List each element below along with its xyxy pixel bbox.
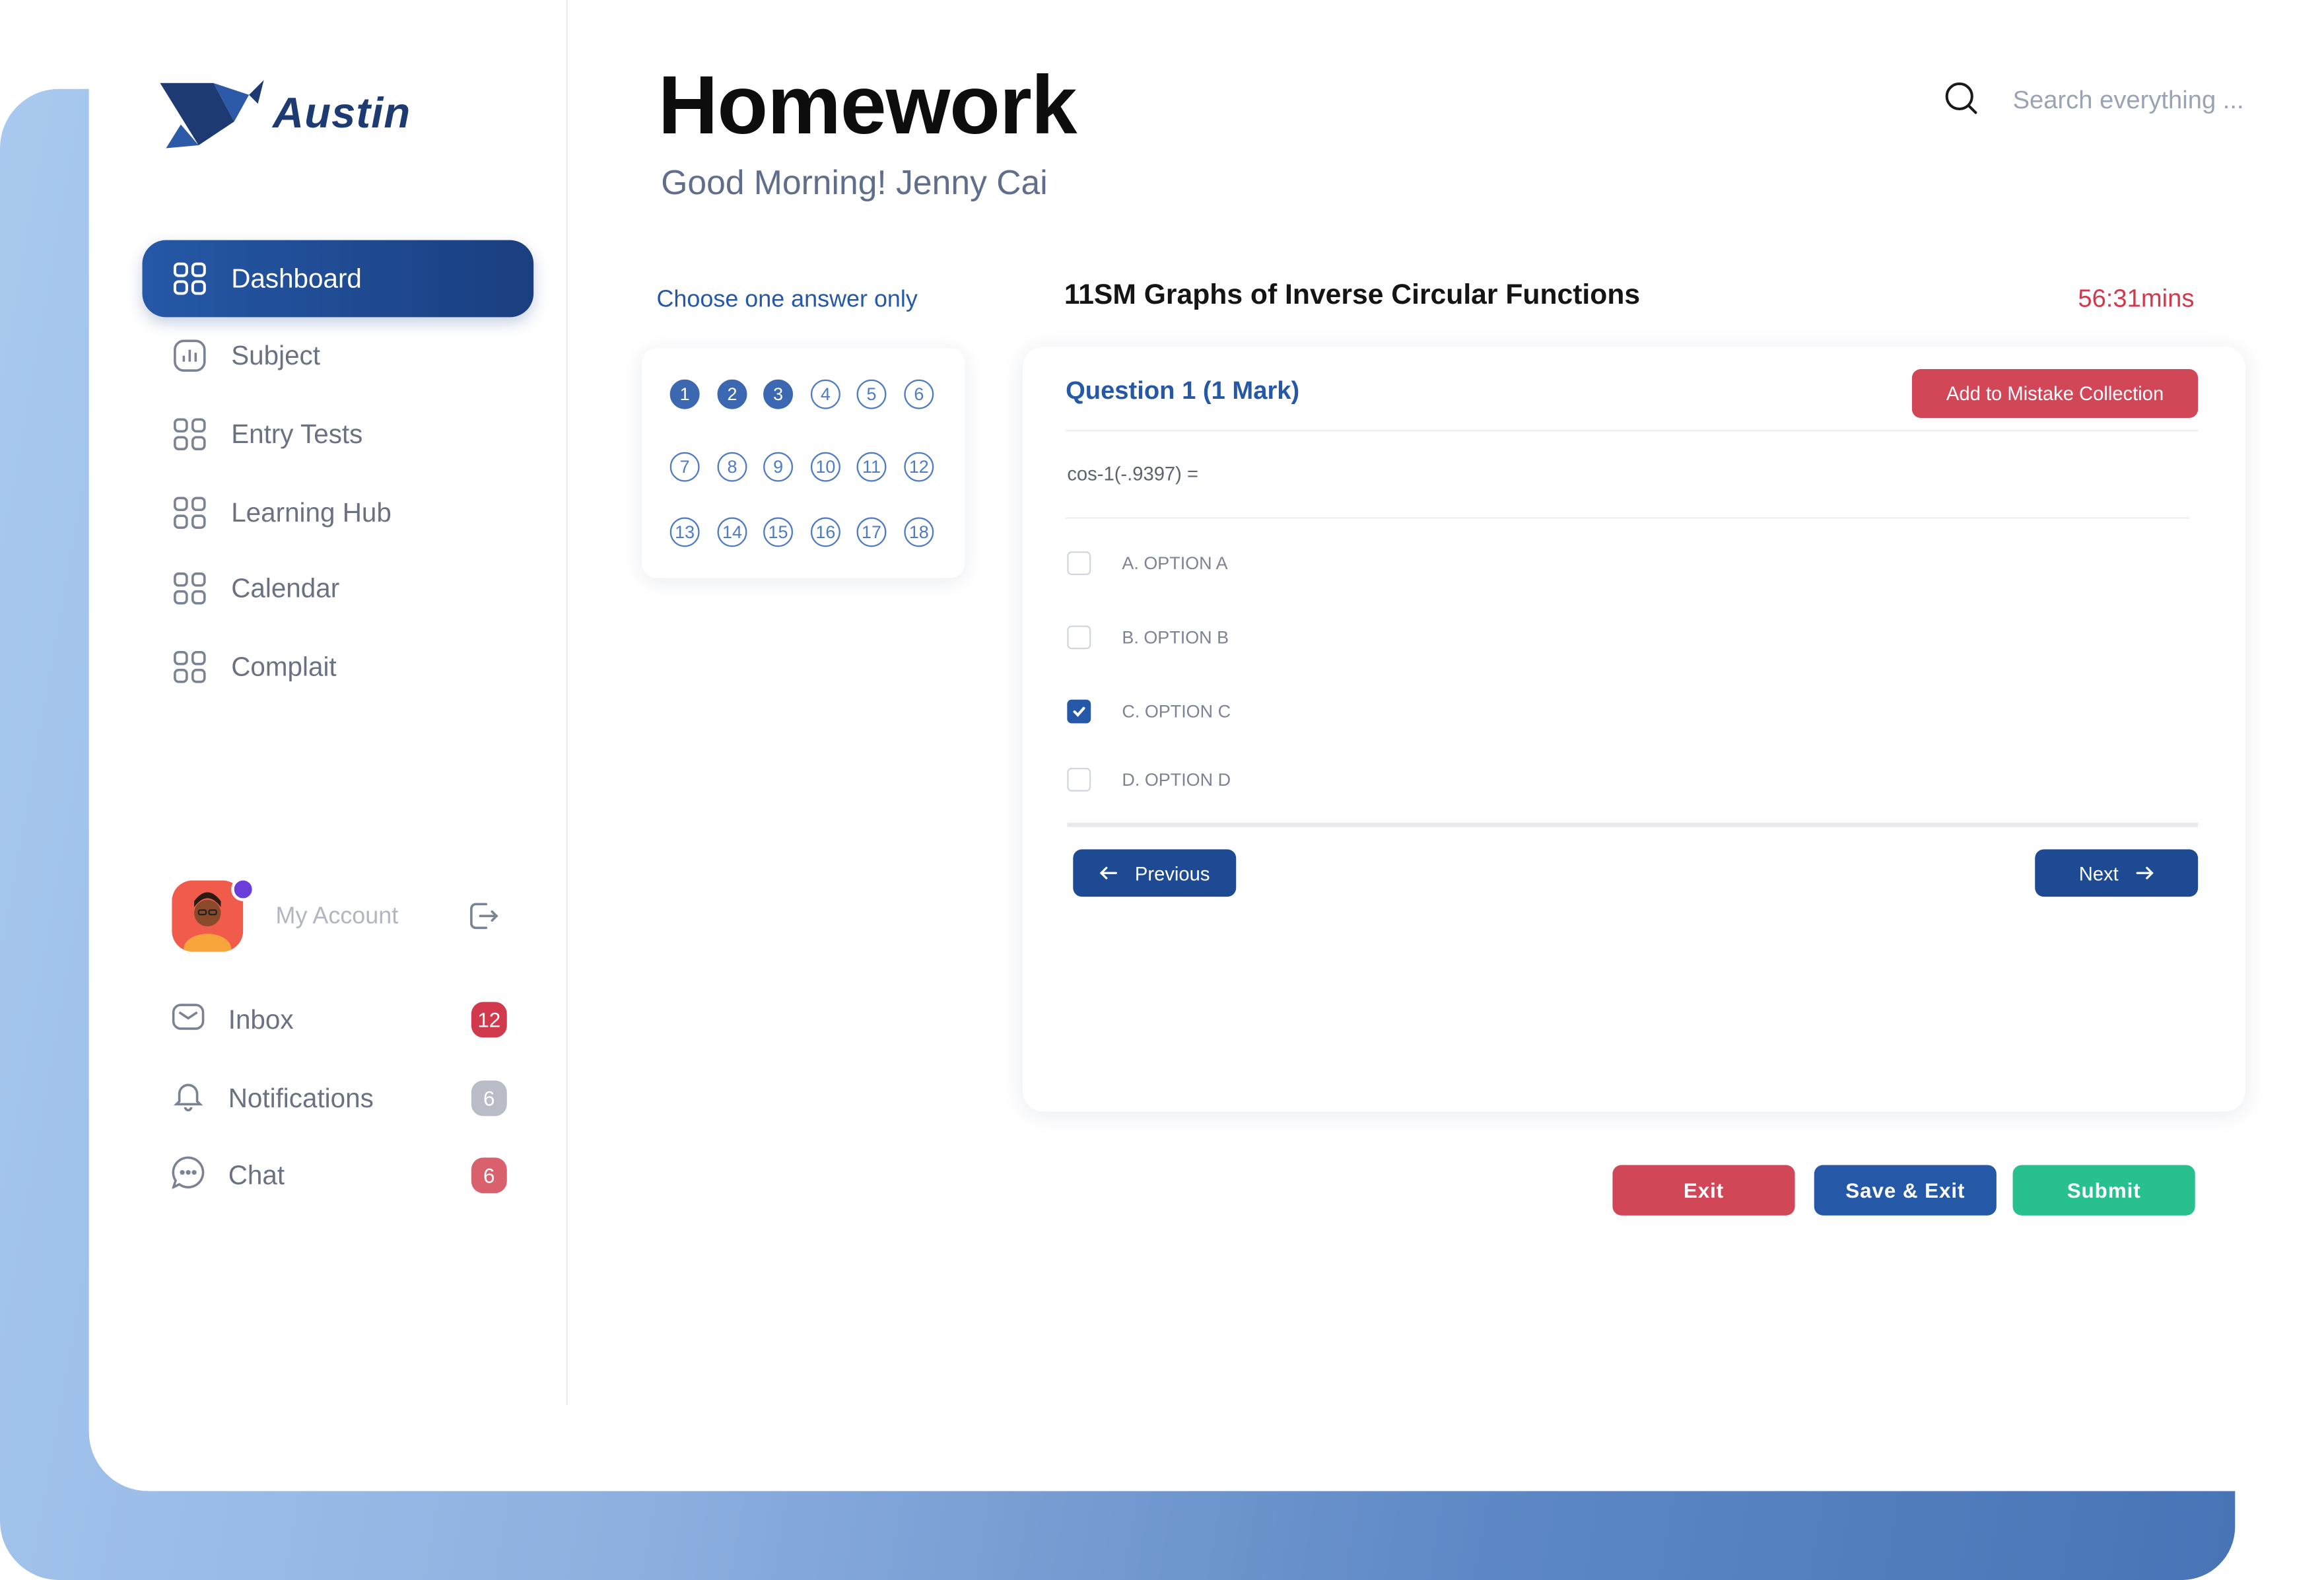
brand-name: Austin (273, 89, 411, 137)
option-label: B. OPTION B (1122, 627, 1229, 648)
option-checkbox[interactable] (1067, 625, 1091, 650)
option-checkbox[interactable] (1067, 551, 1091, 576)
bell-icon (172, 1078, 204, 1118)
question-number-2[interactable]: 2 (717, 379, 747, 409)
question-heading: Question 1 (1 Mark) (1066, 376, 1300, 405)
arrow-left-icon (1099, 862, 1117, 884)
divider (1067, 822, 2199, 827)
grid-icon (172, 570, 207, 606)
sidebar-item-label: Chat (228, 1159, 285, 1190)
divider (1066, 517, 2189, 519)
sidebar-item-chat[interactable]: Chat 6 (171, 1151, 507, 1199)
my-account-label[interactable]: My Account (276, 904, 399, 930)
logout-icon[interactable] (465, 898, 501, 941)
sidebar-item-subject[interactable]: Subject (143, 317, 534, 394)
question-number-9[interactable]: 9 (763, 452, 794, 482)
account-section: My Account (172, 877, 528, 954)
question-number-17[interactable]: 17 (856, 517, 887, 547)
question-number-1[interactable]: 1 (669, 379, 700, 409)
submit-button[interactable]: Submit (2012, 1165, 2195, 1216)
option-checkbox[interactable] (1067, 767, 1091, 792)
question-number-15[interactable]: 15 (763, 517, 794, 547)
previous-button[interactable]: Previous (1073, 849, 1237, 897)
sidebar-item-inbox[interactable]: Inbox 12 (172, 996, 507, 1044)
quiz-title: 11SM Graphs of Inverse Circular Function… (1064, 280, 1641, 312)
sidebar-item-label: Inbox (228, 1004, 294, 1034)
question-number-8[interactable]: 8 (717, 452, 747, 482)
chart-icon (172, 338, 207, 374)
sidebar-item-label: Subject (231, 340, 321, 370)
search-input[interactable] (2010, 80, 2283, 122)
greeting: Good Morning! Jenny Cai (661, 162, 1048, 202)
quiz-timer: 56:31mins (2078, 285, 2195, 313)
sidebar-item-label: Learning Hub (231, 497, 392, 528)
question-number-11[interactable]: 11 (856, 452, 887, 482)
option-b[interactable]: B. OPTION B (1067, 623, 1229, 652)
question-panel: Question 1 (1 Mark) Add to Mistake Colle… (1022, 347, 2246, 1112)
question-number-18[interactable]: 18 (904, 517, 934, 547)
question-number-6[interactable]: 6 (904, 379, 934, 409)
question-number-7[interactable]: 7 (669, 452, 700, 482)
sidebar-item-label: Calendar (231, 572, 340, 603)
question-number-14[interactable]: 14 (717, 517, 747, 547)
sidebar-item-entry-tests[interactable]: Entry Tests (143, 395, 534, 473)
answer-instruction: Choose one answer only (656, 287, 918, 313)
next-label: Next (2078, 862, 2119, 885)
question-number-10[interactable]: 10 (810, 452, 840, 482)
sidebar-item-dashboard[interactable]: Dashboard (142, 240, 534, 318)
grid-icon (172, 261, 207, 296)
notifications-count-badge: 6 (471, 1080, 507, 1116)
checkmark-icon (1073, 706, 1085, 717)
inbox-count-badge: 12 (471, 1002, 507, 1038)
option-c[interactable]: C. OPTION C (1067, 697, 1231, 726)
sidebar-item-complaint[interactable]: Complait (143, 629, 534, 706)
question-number-16[interactable]: 16 (810, 517, 840, 547)
question-navigator: 1 2 3 4 5 6 7 8 9 10 11 12 13 14 15 16 1… (642, 348, 965, 578)
option-a[interactable]: A. OPTION A (1067, 549, 1228, 578)
sidebar-item-label: Dashboard (231, 263, 362, 293)
sidebar: Austin Dashboard Subject Entry Tests Lea… (89, 0, 568, 1406)
option-label: C. OPTION C (1122, 701, 1231, 722)
search-icon[interactable] (1943, 80, 1979, 123)
question-formula: cos-1(-.9397) = (1067, 462, 1199, 485)
logo[interactable]: Austin (160, 80, 411, 149)
question-number-3[interactable]: 3 (763, 379, 794, 409)
option-d[interactable]: D. OPTION D (1067, 765, 1231, 794)
sidebar-item-label: Notifications (228, 1082, 374, 1113)
question-number-5[interactable]: 5 (856, 379, 887, 409)
online-status-dot (231, 877, 256, 901)
bird-logo-icon (160, 80, 264, 149)
option-checkbox-checked[interactable] (1067, 699, 1091, 724)
sidebar-item-calendar[interactable]: Calendar (143, 550, 534, 627)
option-label: A. OPTION A (1122, 553, 1228, 574)
next-button[interactable]: Next (2035, 849, 2199, 897)
grid-icon (172, 495, 207, 531)
divider (1066, 430, 2199, 432)
question-number-4[interactable]: 4 (810, 379, 840, 409)
grid-icon (172, 649, 207, 685)
save-and-exit-button[interactable]: Save & Exit (1814, 1165, 1997, 1216)
option-label: D. OPTION D (1122, 769, 1231, 790)
exit-button[interactable]: Exit (1612, 1165, 1795, 1216)
arrow-right-icon (2136, 862, 2154, 884)
sidebar-item-notifications[interactable]: Notifications 6 (172, 1075, 507, 1122)
app-root: Austin Dashboard Subject Entry Tests Lea… (0, 0, 2324, 1580)
chat-icon (171, 1155, 205, 1196)
question-number-12[interactable]: 12 (904, 452, 934, 482)
grid-icon (172, 417, 207, 452)
previous-label: Previous (1134, 862, 1210, 885)
sidebar-item-label: Complait (231, 651, 337, 681)
add-to-mistake-collection-button[interactable]: Add to Mistake Collection (1911, 368, 2199, 419)
page-title: Homework (658, 57, 1077, 151)
question-number-13[interactable]: 13 (669, 517, 700, 547)
sidebar-item-learning-hub[interactable]: Learning Hub (143, 474, 534, 551)
mail-icon (172, 1000, 205, 1040)
sidebar-item-label: Entry Tests (231, 419, 363, 449)
chat-count-badge: 6 (471, 1157, 507, 1194)
